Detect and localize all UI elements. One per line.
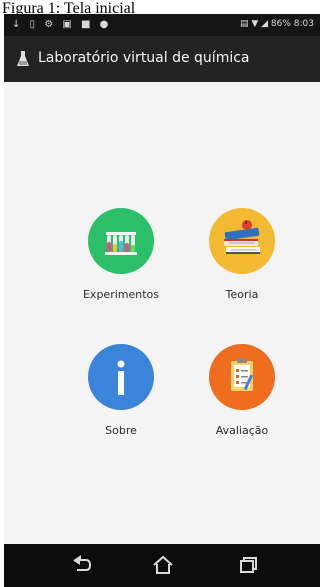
teoria-button[interactable]: Teoria [187,208,297,328]
teoria-label: Teoria [225,288,259,301]
recents-icon[interactable] [232,552,262,578]
flask-icon [17,51,29,66]
avaliacao-circle[interactable] [209,344,275,410]
experimentos-label: Experimentos [82,288,160,301]
sobre-label: Sobre [105,424,137,437]
books-icon [224,220,260,254]
sobre-button[interactable]: Sobre [66,344,176,464]
main-menu: Experimentos Teoria Sobre Avaliação [4,82,320,544]
info-icon [117,360,125,395]
navigation-bar [4,544,320,587]
experimentos-circle[interactable] [88,208,154,274]
checklist-icon [231,358,254,391]
sobre-circle[interactable] [88,344,154,410]
experimentos-button[interactable]: Experimentos [66,208,176,328]
avaliacao-label: Avaliação [215,424,269,437]
teoria-circle[interactable] [209,208,275,274]
phone-screen: ↓ ▯ ⚙ ▣ ■ ● ▤ ▼ ◢ 86% 8:03 Laboratório v… [4,14,320,587]
app-title: Laboratório virtual de química [38,50,250,66]
avaliacao-button[interactable]: Avaliação [187,344,297,464]
home-icon[interactable] [148,552,178,578]
action-bar: Laboratório virtual de química [4,36,320,82]
status-bar: ↓ ▯ ⚙ ▣ ■ ● ▤ ▼ ◢ 86% 8:03 [4,14,320,36]
back-icon[interactable] [66,552,96,578]
status-indicators: ▤ ▼ ◢ 86% 8:03 [239,19,314,29]
test-tubes-icon [105,232,137,255]
notification-icons: ↓ ▯ ⚙ ▣ ■ ● [12,19,112,30]
